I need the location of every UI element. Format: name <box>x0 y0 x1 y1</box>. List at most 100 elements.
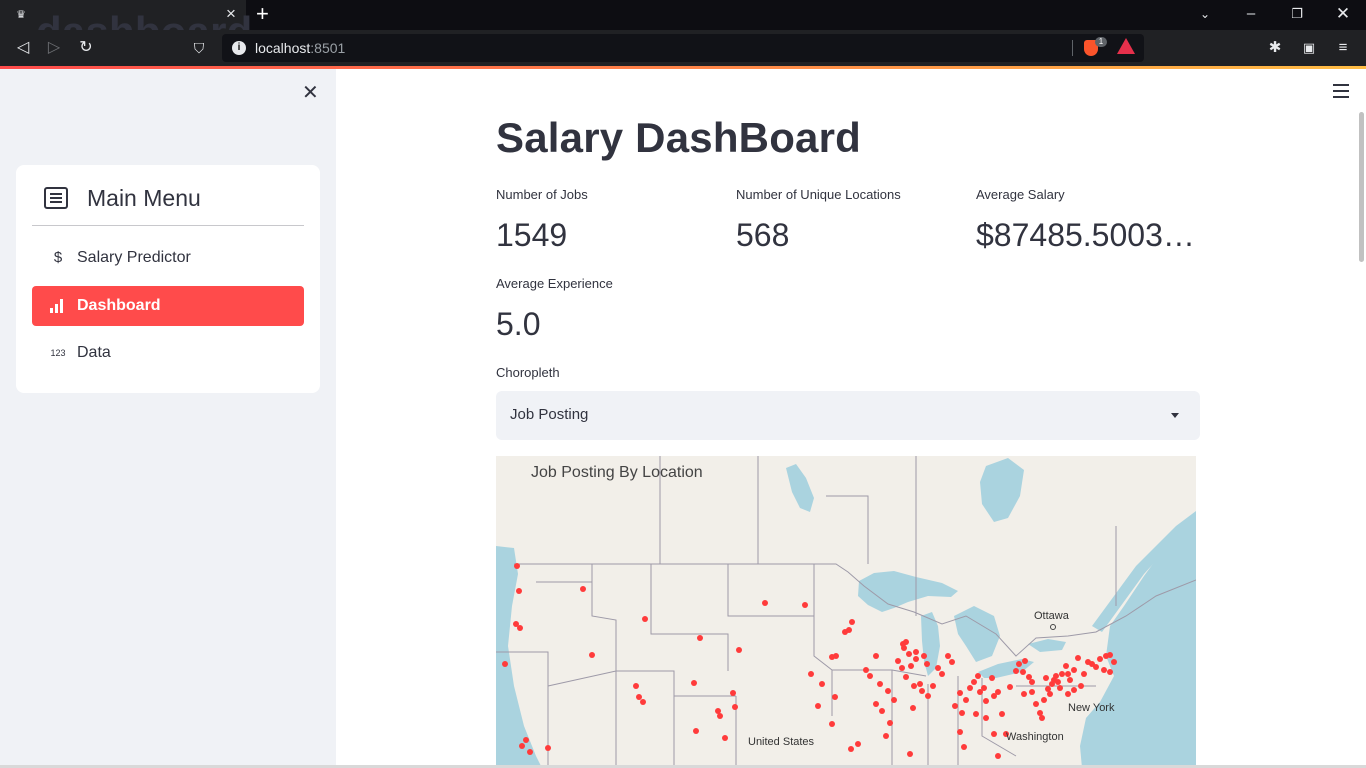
job-location-point <box>949 659 955 665</box>
tab-close-icon[interactable]: × <box>226 5 236 23</box>
job-location-point <box>903 674 909 680</box>
choropleth-label: Choropleth <box>496 365 560 380</box>
job-location-point <box>957 690 963 696</box>
job-location-point <box>873 701 879 707</box>
job-location-point <box>906 651 912 657</box>
sidebar-close-icon[interactable]: ✕ <box>302 83 319 103</box>
choropleth-select[interactable]: Job Posting <box>496 391 1200 440</box>
menu-item-salary-predictor[interactable]: $ Salary Predictor <box>32 238 304 278</box>
job-location-point <box>911 683 917 689</box>
streamlit-favicon-icon: ♛ <box>16 9 26 21</box>
job-location-point <box>883 733 889 739</box>
job-location-point <box>1093 664 1099 670</box>
job-location-point <box>833 653 839 659</box>
job-location-point <box>961 744 967 750</box>
menu-item-dashboard[interactable]: Dashboard <box>32 286 304 326</box>
job-location-point <box>1022 658 1028 664</box>
sidebar: ✕ Main Menu $ Salary Predictor Dashboard… <box>0 69 336 768</box>
lake-winnipeg <box>786 464 814 512</box>
bookmark-icon[interactable]: ⛉ <box>188 37 210 59</box>
browser-menu-icon[interactable]: ≡ <box>1333 39 1353 57</box>
job-location-point <box>975 673 981 679</box>
job-location-point <box>879 708 885 714</box>
job-location-point <box>971 679 977 685</box>
job-location-point <box>1029 689 1035 695</box>
minimize-icon[interactable]: – <box>1239 5 1263 23</box>
menu-title: Main Menu <box>87 185 201 211</box>
forward-icon[interactable]: ▷ <box>43 37 65 59</box>
job-location-point <box>1057 685 1063 691</box>
site-info-icon[interactable]: i <box>232 41 246 55</box>
menu-divider <box>32 225 304 226</box>
menu-list-icon <box>44 187 68 209</box>
job-location-point <box>1071 687 1077 693</box>
tab-search-icon[interactable]: ⌄ <box>1193 5 1217 23</box>
great-slave-area <box>980 458 1024 522</box>
restore-icon[interactable]: ❐ <box>1285 5 1309 23</box>
extensions-icon[interactable]: ✱ <box>1265 39 1285 57</box>
job-location-point <box>736 647 742 653</box>
job-location-point <box>855 741 861 747</box>
metric-unique-locations: Number of Unique Locations 568 <box>736 187 976 254</box>
reload-icon[interactable]: ↻ <box>75 37 97 59</box>
job-location-point <box>1033 701 1039 707</box>
map-label-ottawa: Ottawa <box>1034 610 1069 622</box>
job-location-point <box>691 680 697 686</box>
job-location-point <box>1059 671 1065 677</box>
job-location-point <box>829 721 835 727</box>
map-label-washington: Washington <box>1006 731 1064 743</box>
job-location-point <box>967 685 973 691</box>
map-basemap <box>496 456 1196 768</box>
job-location-point <box>999 711 1005 717</box>
job-location-point <box>1067 677 1073 683</box>
job-posting-map[interactable]: Job Posting By Location Ottawa New York … <box>496 456 1196 768</box>
lake-ontario <box>1028 639 1066 652</box>
browser-tab-bar: ♛ dashboard · Streamlit × + ⌄ – ❐ ✕ <box>0 0 1366 103</box>
url-text[interactable]: localhost:8501 <box>255 40 345 56</box>
job-location-point <box>963 697 969 703</box>
job-location-point <box>732 704 738 710</box>
job-location-point <box>957 729 963 735</box>
wallet-icon[interactable]: ▣ <box>1299 39 1319 57</box>
page-scrollbar[interactable] <box>1359 112 1364 262</box>
app-menu-icon[interactable] <box>1333 84 1349 98</box>
job-location-point <box>502 661 508 667</box>
browser-toolbar: ◁ ▷ ↻ ⛉ i localhost:8501 1 ✱ ▣ ≡ <box>0 30 1366 66</box>
job-location-point <box>642 616 648 622</box>
dollar-icon: $ <box>53 249 63 266</box>
new-tab-icon[interactable]: + <box>256 3 269 25</box>
job-location-point <box>1101 667 1107 673</box>
menu-item-data[interactable]: 123 Data <box>32 333 304 373</box>
back-icon[interactable]: ◁ <box>12 37 34 59</box>
job-location-point <box>989 675 995 681</box>
job-location-point <box>877 681 883 687</box>
job-location-point <box>981 685 987 691</box>
job-location-point <box>717 713 723 719</box>
job-location-point <box>924 661 930 667</box>
job-location-point <box>983 698 989 704</box>
job-location-point <box>913 649 919 655</box>
address-bar[interactable]: i localhost:8501 1 <box>222 34 1144 62</box>
metric-label: Number of Jobs <box>496 187 588 202</box>
job-location-point <box>1078 683 1084 689</box>
job-location-point <box>1055 679 1061 685</box>
job-location-point <box>1063 663 1069 669</box>
brave-rewards-icon[interactable] <box>1117 38 1135 54</box>
job-location-point <box>885 688 891 694</box>
close-window-icon[interactable]: ✕ <box>1331 5 1355 23</box>
job-location-point <box>722 735 728 741</box>
job-location-point <box>1097 656 1103 662</box>
job-location-point <box>983 715 989 721</box>
job-location-point <box>514 563 520 569</box>
job-location-point <box>1029 679 1035 685</box>
job-location-point <box>873 653 879 659</box>
caret-down-icon <box>1171 413 1179 418</box>
job-location-point <box>1043 675 1049 681</box>
browser-tab[interactable]: ♛ dashboard · Streamlit × <box>0 0 252 103</box>
job-location-point <box>1039 715 1045 721</box>
menu-item-label: Data <box>77 344 111 361</box>
job-location-point <box>523 737 529 743</box>
metric-label: Average Experience <box>496 276 613 291</box>
job-location-point <box>1020 669 1026 675</box>
job-location-point <box>919 688 925 694</box>
